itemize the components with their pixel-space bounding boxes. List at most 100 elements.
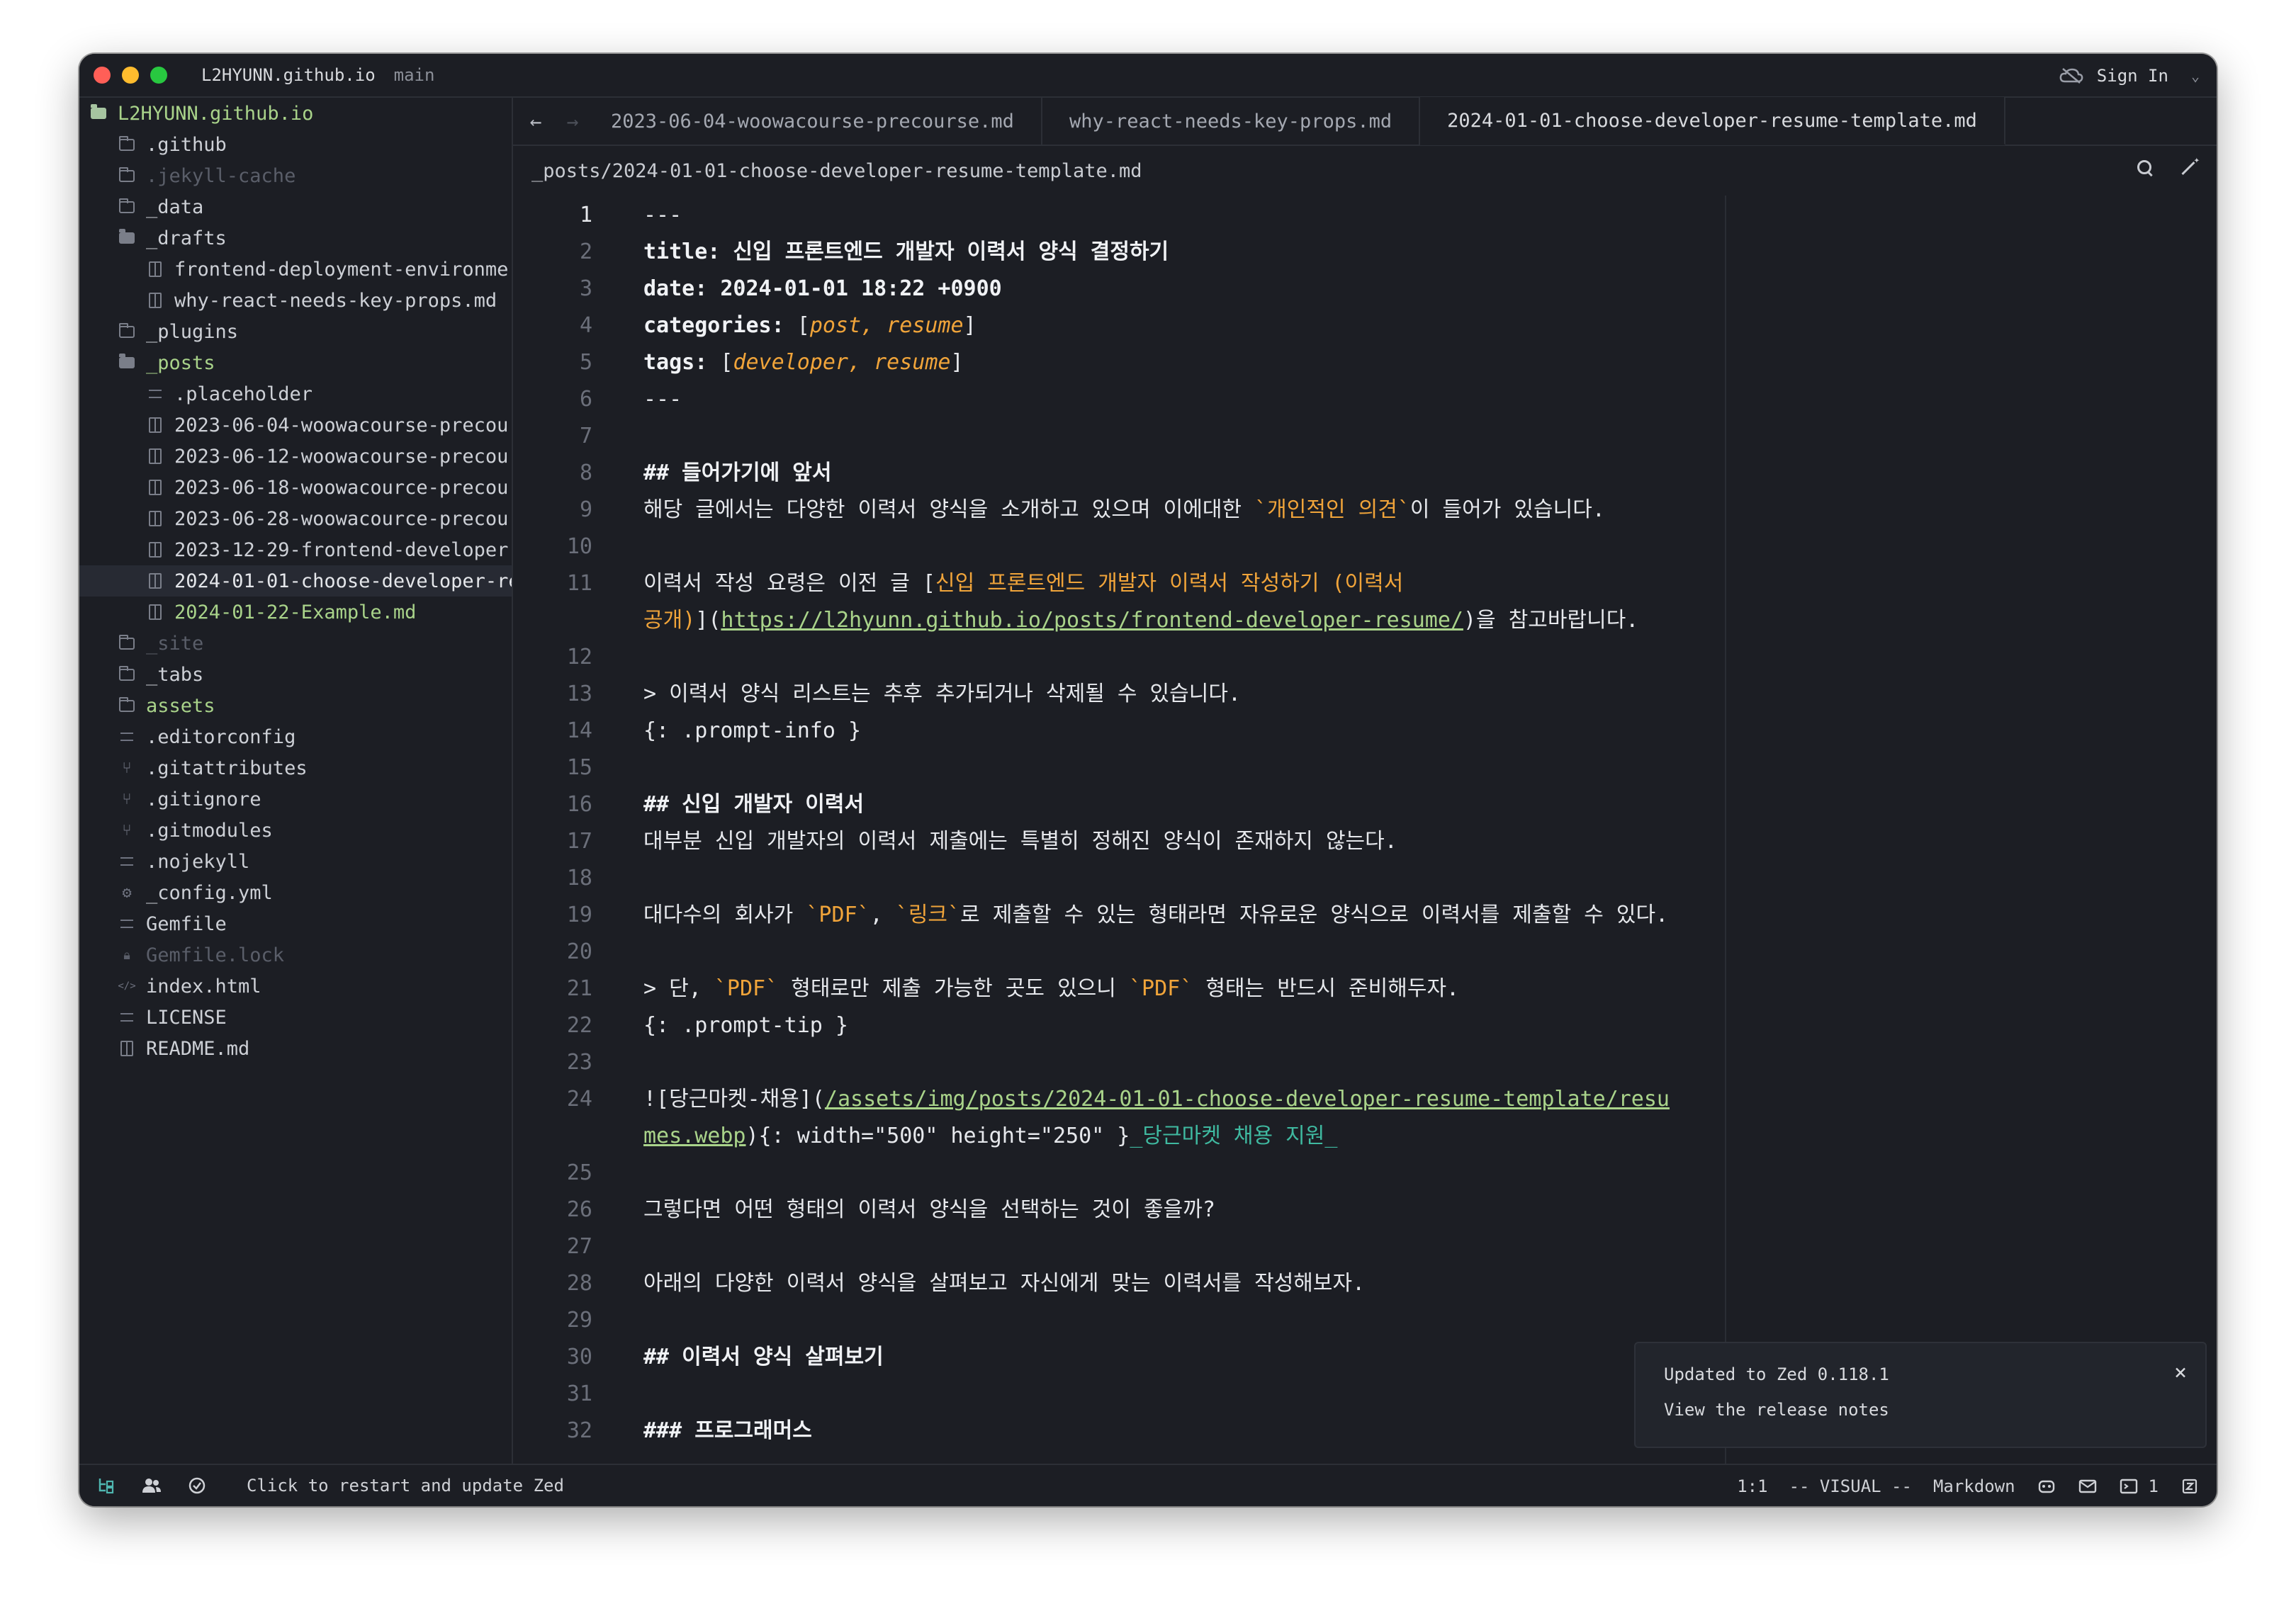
tree-item[interactable]: ⑂ .gitmodules — [79, 815, 512, 846]
code-line[interactable]: 1 --- — [513, 197, 2217, 234]
code-line[interactable]: 18 — [513, 860, 2217, 897]
code-token: 공개) — [643, 608, 696, 633]
forward-arrow-icon[interactable]: → — [558, 97, 587, 145]
code-line[interactable]: 23 — [513, 1044, 2217, 1081]
magic-wand-icon[interactable] — [2178, 154, 2200, 177]
code-line[interactable]: 4 categories: [post, resume] — [513, 307, 2217, 344]
code-line[interactable]: 21 > 단, `PDF` 형태로만 제출 가능한 곳도 있으니 `PDF` 형태… — [513, 971, 2217, 1007]
minimize-window-button[interactable] — [122, 67, 139, 84]
breadcrumb-path[interactable]: _posts/2024-01-01-choose-developer-resum… — [531, 160, 1142, 182]
tab[interactable]: 2023-06-04-woowacourse-precourse.md — [587, 97, 1042, 145]
tree-item[interactable]: _posts — [79, 347, 512, 378]
tree-item[interactable]: ⑂ .gitattributes — [79, 752, 512, 784]
tree-item[interactable]: _drafts — [79, 222, 512, 254]
close-window-button[interactable] — [94, 67, 111, 84]
code-line[interactable]: 13 > 이력서 양식 리스트는 추후 추가되거나 삭제될 수 있습니다. — [513, 676, 2217, 713]
code-line[interactable]: 3 date: 2024-01-01 18:22 +0900 — [513, 271, 2217, 307]
code-line[interactable]: 24 ![당근마켓-채용](/assets/img/posts/2024-01-0… — [513, 1081, 2217, 1118]
code-line[interactable]: 6 --- — [513, 381, 2217, 418]
tree-item[interactable]: assets — [79, 690, 512, 721]
code-line[interactable]: 14 {: .prompt-info } — [513, 713, 2217, 750]
tree-item[interactable]: _site — [79, 628, 512, 659]
tree-item[interactable]: why-react-needs-key-props.md — [79, 285, 512, 316]
tree-item[interactable]: </> index.html — [79, 971, 512, 1002]
tree-item[interactable]: .github — [79, 129, 512, 160]
code-line[interactable]: 10 — [513, 528, 2217, 565]
collaboration-icon[interactable] — [142, 1476, 162, 1496]
back-arrow-icon[interactable]: ← — [513, 97, 558, 145]
code-token: 해당 글에서는 다양한 이력서 양식을 소개하고 있으며 이에대한 — [643, 497, 1255, 522]
code-line[interactable]: 11 이력서 작성 요령은 이전 글 [신입 프론트엔드 개발자 이력서 작성하기… — [513, 565, 2217, 602]
tree-item[interactable]: 2023-06-04-woowacourse-precou — [79, 409, 512, 441]
line-number: 17 — [566, 829, 592, 854]
tree-item-label: .placeholder — [174, 383, 313, 405]
tree-item[interactable]: LICENSE — [79, 1002, 512, 1033]
tree-item[interactable]: 2023-06-28-woowacource-precou — [79, 503, 512, 534]
project-name[interactable]: L2HYUNN.github.io — [201, 65, 376, 85]
tree-item[interactable]: Gemfile — [79, 908, 512, 939]
code-line[interactable]: 19 대다수의 회사가 `PDF`, `링크`로 제출할 수 있는 형태라면 자유… — [513, 897, 2217, 934]
code-line[interactable]: 7 — [513, 418, 2217, 455]
tree-item[interactable]: .jekyll-cache — [79, 160, 512, 191]
maximize-window-button[interactable] — [150, 67, 167, 84]
code-line[interactable]: 5 tags: [developer, resume] — [513, 344, 2217, 381]
tree-item[interactable]: 2023-06-18-woowacource-precou — [79, 472, 512, 503]
tree-item[interactable]: 2023-06-12-woowacourse-precou — [79, 441, 512, 472]
release-notes-link[interactable]: View the release notes — [1664, 1400, 1889, 1420]
tree-item[interactable]: frontend-deployment-environme — [79, 254, 512, 285]
tree-item-label: _site — [146, 632, 204, 655]
code-line[interactable]: 28 아래의 다양한 이력서 양식을 살펴보고 자신에게 맞는 이력서를 작성해보… — [513, 1265, 2217, 1302]
chevron-down-icon[interactable]: ⌄ — [2191, 67, 2200, 84]
search-icon[interactable] — [2136, 159, 2154, 177]
code-line[interactable]: 8 ## 들어가기에 앞서 — [513, 455, 2217, 492]
tree-item[interactable]: README.md — [79, 1033, 512, 1064]
code-line[interactable]: 12 — [513, 639, 2217, 676]
code-line[interactable]: 29 — [513, 1302, 2217, 1339]
code-line[interactable]: 17 대부분 신입 개발자의 이력서 제출에는 특별히 정해진 양식이 존재하지 … — [513, 823, 2217, 860]
code-line[interactable]: mes.webp){: width="500" height="250" }_당… — [513, 1118, 2217, 1155]
update-status-message[interactable]: Click to restart and update Zed — [247, 1476, 564, 1496]
close-icon[interactable]: × — [2174, 1360, 2187, 1385]
line-number: 28 — [566, 1271, 592, 1296]
code-line[interactable]: 27 — [513, 1228, 2217, 1265]
tree-item[interactable]: 2023-12-29-frontend-developer- — [79, 534, 512, 565]
code-line[interactable]: 25 — [513, 1155, 2217, 1192]
terminal-toggle[interactable]: 1 — [2119, 1476, 2159, 1496]
folder-open-icon — [118, 354, 136, 372]
cursor-position[interactable]: 1:1 — [1737, 1476, 1767, 1496]
tree-item[interactable]: 🔒︎ Gemfile.lock — [79, 939, 512, 971]
code-text: ## 신입 개발자 이력서 — [643, 786, 864, 823]
tree-item[interactable]: 2024-01-01-choose-developer-re — [79, 565, 512, 597]
feedback-mail-icon[interactable] — [2078, 1476, 2098, 1496]
code-line[interactable]: 22 {: .prompt-tip } — [513, 1007, 2217, 1044]
tree-item[interactable]: ⚙ _config.yml — [79, 877, 512, 908]
terminal-icon — [2119, 1476, 2139, 1496]
assistant-icon[interactable] — [2180, 1476, 2200, 1496]
notification-title: Updated to Zed 0.118.1 — [1664, 1364, 1889, 1384]
code-line[interactable]: 15 — [513, 750, 2217, 786]
tab[interactable]: why-react-needs-key-props.md — [1042, 97, 1421, 145]
git-branch[interactable]: main — [394, 65, 435, 85]
code-line[interactable]: 26 그렇다면 어떤 형태의 이력서 양식을 선택하는 것이 좋을까? — [513, 1192, 2217, 1228]
language-selector[interactable]: Markdown — [1933, 1476, 2015, 1496]
tree-item[interactable]: _plugins — [79, 316, 512, 347]
code-line[interactable]: 9 해당 글에서는 다양한 이력서 양식을 소개하고 있으며 이에대한 `개인적인… — [513, 492, 2217, 528]
project-panel-icon[interactable] — [96, 1476, 116, 1496]
tree-item[interactable]: .editorconfig — [79, 721, 512, 752]
code-line[interactable]: 16 ## 신입 개발자 이력서 — [513, 786, 2217, 823]
copilot-icon[interactable] — [2037, 1476, 2056, 1496]
tab-active[interactable]: 2024-01-01-choose-developer-resume-templ… — [1420, 97, 2005, 145]
editor[interactable]: 1 --- 2 title: 신입 프론트엔드 개발자 이력서 양식 결정하기 3 dat… — [513, 196, 2217, 1464]
tree-item[interactable]: L2HYUNN.github.io — [79, 98, 512, 129]
sign-in-button[interactable]: Sign In — [2097, 66, 2168, 86]
code-line[interactable]: 2 title: 신입 프론트엔드 개발자 이력서 양식 결정하기 — [513, 234, 2217, 271]
tree-item[interactable]: _data — [79, 191, 512, 222]
check-circle-icon[interactable] — [187, 1476, 207, 1496]
tree-item[interactable]: .nojekyll — [79, 846, 512, 877]
tree-item[interactable]: 2024-01-22-Example.md — [79, 597, 512, 628]
tree-item[interactable]: _tabs — [79, 659, 512, 690]
code-line[interactable]: 공개)](https://l2hyunn.github.io/posts/fro… — [513, 602, 2217, 639]
tree-item[interactable]: ⑂ .gitignore — [79, 784, 512, 815]
code-line[interactable]: 20 — [513, 934, 2217, 971]
tree-item[interactable]: .placeholder — [79, 378, 512, 409]
